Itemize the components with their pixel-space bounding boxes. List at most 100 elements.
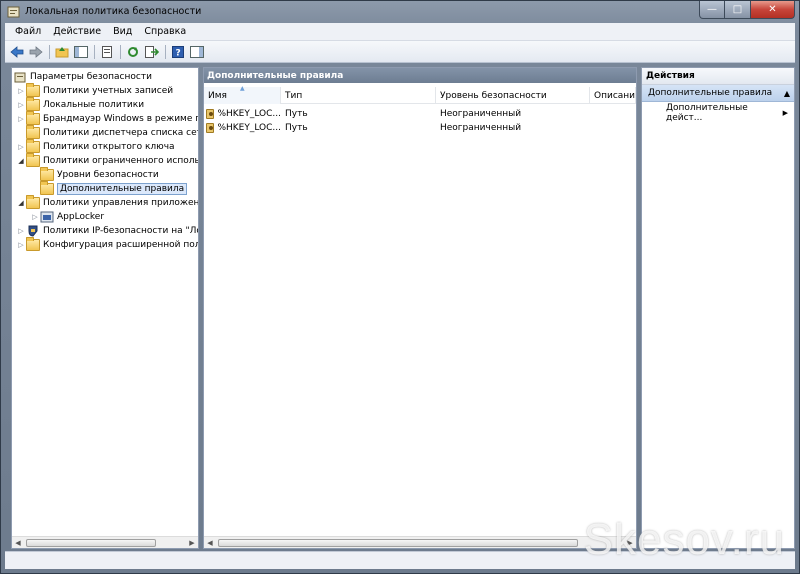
action-label: Дополнительные дейст... bbox=[666, 102, 748, 123]
tree-root[interactable]: Параметры безопасности bbox=[14, 70, 152, 84]
toolbar-separator bbox=[49, 44, 50, 59]
rule-level-cell: Неограниченный bbox=[440, 109, 522, 119]
close-button[interactable]: ✕ bbox=[751, 1, 795, 19]
tree-item-additional-rules[interactable]: Дополнительные правила bbox=[30, 181, 188, 196]
action-more-actions[interactable]: Дополнительные дейст... ▶ bbox=[642, 102, 794, 123]
actions-title: Действия bbox=[642, 68, 794, 85]
back-icon[interactable] bbox=[9, 44, 25, 60]
scroll-thumb[interactable] bbox=[218, 538, 578, 547]
properties-icon[interactable] bbox=[99, 44, 115, 60]
forward-icon[interactable] bbox=[28, 44, 44, 60]
tree-item-public-key[interactable]: ▷ Политики открытого ключа bbox=[16, 139, 175, 154]
toolbar-separator bbox=[120, 44, 121, 59]
column-name[interactable]: ▲ Имя bbox=[204, 85, 281, 104]
tree-item-account-policies[interactable]: ▷ Политики учетных записей bbox=[16, 83, 173, 98]
sort-ascending-icon: ▲ bbox=[240, 85, 245, 92]
collapse-up-icon[interactable]: ▲ bbox=[784, 89, 790, 98]
column-security-level[interactable]: Уровень безопасности bbox=[436, 87, 590, 104]
tree-item-label: AppLocker bbox=[57, 212, 105, 222]
column-description[interactable]: Описание bbox=[590, 87, 636, 104]
folder-open-icon bbox=[26, 153, 40, 167]
tree-item-label: Уровни безопасности bbox=[57, 170, 159, 180]
scroll-right-icon[interactable]: ▶ bbox=[186, 539, 198, 547]
security-policy-icon bbox=[7, 5, 21, 19]
tree-item-security-levels[interactable]: Уровни безопасности bbox=[30, 167, 159, 182]
submenu-arrow-icon: ▶ bbox=[782, 108, 788, 117]
tree-item-label: Политики открытого ключа bbox=[43, 142, 175, 152]
tree-item-firewall[interactable]: ▷ Брандмауэр Windows в режиме пов bbox=[16, 111, 198, 126]
help-icon[interactable]: ? bbox=[170, 44, 186, 60]
folder-icon bbox=[40, 167, 54, 181]
collapse-icon[interactable]: ◢ bbox=[16, 157, 26, 165]
expand-icon[interactable]: ▷ bbox=[16, 101, 26, 109]
security-settings-icon bbox=[14, 71, 27, 83]
path-rule-icon bbox=[206, 123, 215, 133]
caption-buttons: — □ ✕ bbox=[699, 1, 795, 19]
actions-pane: Действия Дополнительные правила ▲ Дополн… bbox=[641, 67, 795, 549]
tree-item-label: Политики диспетчера списка сетей bbox=[43, 128, 198, 138]
folder-icon bbox=[26, 97, 40, 111]
applocker-icon bbox=[40, 211, 54, 223]
folder-icon bbox=[40, 181, 54, 195]
console-tree-pane: Параметры безопасности ▷ Политики учетны… bbox=[11, 67, 199, 549]
window-title: Локальная политика безопасности bbox=[25, 6, 202, 17]
tree-root-label: Параметры безопасности bbox=[30, 72, 152, 82]
toolbar-separator bbox=[165, 44, 166, 59]
tree-item-label-selected: Дополнительные правила bbox=[57, 183, 188, 195]
tree-item-software-restriction[interactable]: ◢ Политики ограниченного использо bbox=[16, 153, 198, 168]
menu-help[interactable]: Справка bbox=[138, 26, 192, 37]
rule-level-cell: Неограниченный bbox=[440, 123, 522, 133]
tree-item-network-list[interactable]: Политики диспетчера списка сетей bbox=[16, 125, 198, 140]
table-row[interactable]: %HKEY_LOC... Путь Неограниченный bbox=[204, 121, 636, 135]
maximize-button[interactable]: □ bbox=[725, 1, 751, 19]
rule-name-cell: %HKEY_LOC... bbox=[204, 107, 281, 121]
column-type[interactable]: Тип bbox=[281, 87, 436, 104]
expand-icon[interactable]: ▷ bbox=[16, 241, 26, 249]
export-icon[interactable] bbox=[144, 44, 160, 60]
folder-icon bbox=[26, 111, 40, 125]
tree-item-local-policies[interactable]: ▷ Локальные политики bbox=[16, 97, 144, 112]
tree-item-applocker[interactable]: ▷ AppLocker bbox=[30, 210, 104, 224]
expand-icon[interactable]: ▷ bbox=[16, 227, 26, 235]
collapse-icon[interactable]: ◢ bbox=[16, 199, 26, 207]
main-window: Локальная политика безопасности — □ ✕ Фа… bbox=[0, 0, 800, 574]
expand-icon[interactable]: ▷ bbox=[16, 87, 26, 95]
expand-icon[interactable]: ▷ bbox=[16, 115, 26, 123]
tree-item-label: Политики IP-безопасности на "Лока bbox=[43, 226, 198, 236]
rule-name-cell: %HKEY_LOC... bbox=[204, 121, 281, 135]
folder-icon bbox=[26, 237, 40, 251]
path-rule-icon bbox=[206, 109, 215, 119]
menu-bar: Файл Действие Вид Справка bbox=[5, 23, 795, 41]
column-headers: ▲ Имя Тип Уровень безопасности Описание bbox=[204, 85, 636, 104]
tree-item-advanced-audit[interactable]: ▷ Конфигурация расширенной полит bbox=[16, 237, 198, 252]
menu-action[interactable]: Действие bbox=[47, 26, 107, 37]
up-folder-icon[interactable] bbox=[54, 44, 70, 60]
table-row[interactable]: %HKEY_LOC... Путь Неограниченный bbox=[204, 107, 636, 121]
minimize-button[interactable]: — bbox=[699, 1, 725, 19]
show-tree-icon[interactable] bbox=[73, 44, 89, 60]
tree-item-label: Политики управления приложения bbox=[43, 198, 198, 208]
tree-item-label: Брандмауэр Windows в режиме пов bbox=[43, 114, 198, 124]
expand-icon[interactable]: ▷ bbox=[16, 143, 26, 151]
menu-file[interactable]: Файл bbox=[9, 26, 47, 37]
menu-view[interactable]: Вид bbox=[107, 26, 138, 37]
folder-icon bbox=[26, 125, 40, 139]
show-action-pane-icon[interactable] bbox=[189, 44, 205, 60]
scroll-left-icon[interactable]: ◀ bbox=[204, 539, 216, 547]
scroll-thumb[interactable] bbox=[26, 538, 156, 547]
folder-open-icon bbox=[26, 195, 40, 209]
tree-item-app-control[interactable]: ◢ Политики управления приложения bbox=[16, 195, 198, 210]
rule-type-cell: Путь bbox=[285, 123, 308, 133]
tree-item-ipsec[interactable]: ▷ Политики IP-безопасности на "Лока bbox=[16, 224, 198, 238]
horizontal-scrollbar[interactable]: ◀ ▶ bbox=[12, 536, 198, 548]
watermark: Skesov.ru bbox=[583, 515, 785, 564]
actions-group-header[interactable]: Дополнительные правила ▲ bbox=[642, 85, 794, 102]
expand-icon[interactable]: ▷ bbox=[30, 213, 40, 221]
refresh-icon[interactable] bbox=[125, 44, 141, 60]
horizontal-scrollbar[interactable]: ◀ ▶ bbox=[204, 536, 636, 548]
folder-icon bbox=[26, 83, 40, 97]
console-tree: Параметры безопасности ▷ Политики учетны… bbox=[12, 68, 198, 536]
actions-group-label: Дополнительные правила bbox=[648, 88, 773, 98]
ipsec-shield-icon bbox=[26, 225, 40, 237]
scroll-left-icon[interactable]: ◀ bbox=[12, 539, 24, 547]
